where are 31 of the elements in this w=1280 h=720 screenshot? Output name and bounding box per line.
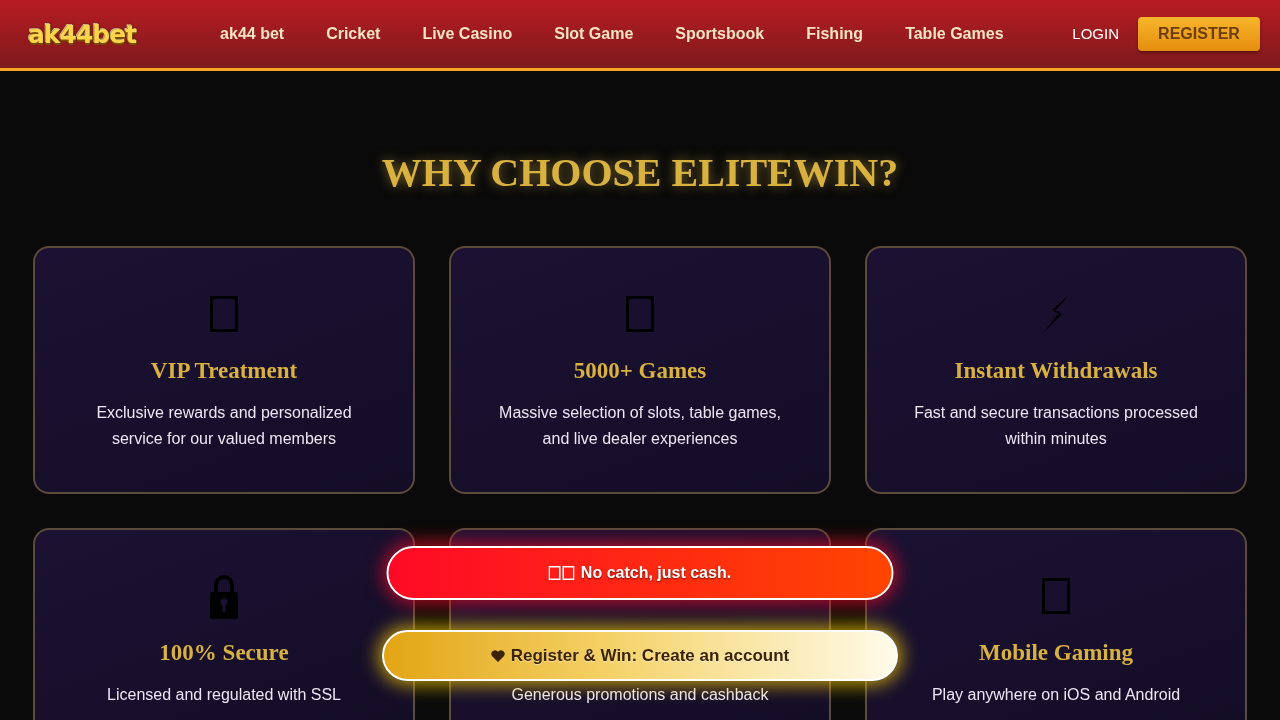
lightning-icon <box>1043 295 1069 333</box>
nav-link[interactable]: ak44 bet <box>199 16 306 52</box>
register-button[interactable]: Register & Win: Create an account <box>382 630 898 681</box>
feature-description: Fast and secure transactions processed within minutes <box>913 403 1199 449</box>
feature-description: Play anywhere on iOS and Android <box>931 685 1181 705</box>
nav-link[interactable]: Slot Game <box>533 16 655 52</box>
login-link[interactable]: LOGIN <box>1072 22 1119 46</box>
section-heading: WHY CHOOSE ELITEWIN? <box>381 149 899 197</box>
nav-link[interactable]: Cricket <box>305 16 402 52</box>
feature-description: Generous promotions and cashback <box>511 685 769 705</box>
nav-link[interactable]: Sportsbook <box>654 16 786 52</box>
nav-link[interactable]: Fishing <box>785 16 885 52</box>
feature-description: Licensed and regulated with SSL <box>107 685 341 705</box>
empty-boxes-icon <box>548 566 575 580</box>
nav-link[interactable]: Live Casino <box>401 16 534 52</box>
heart-icon <box>490 649 505 662</box>
feature-description: Massive selection of slots, table games, and live dealer experiences <box>498 403 782 449</box>
feature-title: Instant Withdrawals <box>954 357 1158 385</box>
lock-icon <box>210 573 238 619</box>
feature-title: 100% Secure <box>159 639 289 667</box>
feature-title: Mobile Gaming <box>979 639 1133 667</box>
feature-title: VIP Treatment <box>150 357 298 385</box>
register-button[interactable]: REGISTER <box>1138 17 1260 51</box>
empty-box-icon <box>1042 578 1070 614</box>
empty-box-icon <box>626 296 654 332</box>
logo[interactable]: ak44bet <box>26 15 139 53</box>
feature-description: Exclusive rewards and personalized service for our valued members <box>95 403 353 449</box>
promo-button[interactable]: No catch, just cash. <box>386 546 894 600</box>
nav-link[interactable]: Table Games <box>884 16 1025 52</box>
empty-box-icon <box>210 296 238 332</box>
feature-title: 5000+ Games <box>573 357 707 385</box>
